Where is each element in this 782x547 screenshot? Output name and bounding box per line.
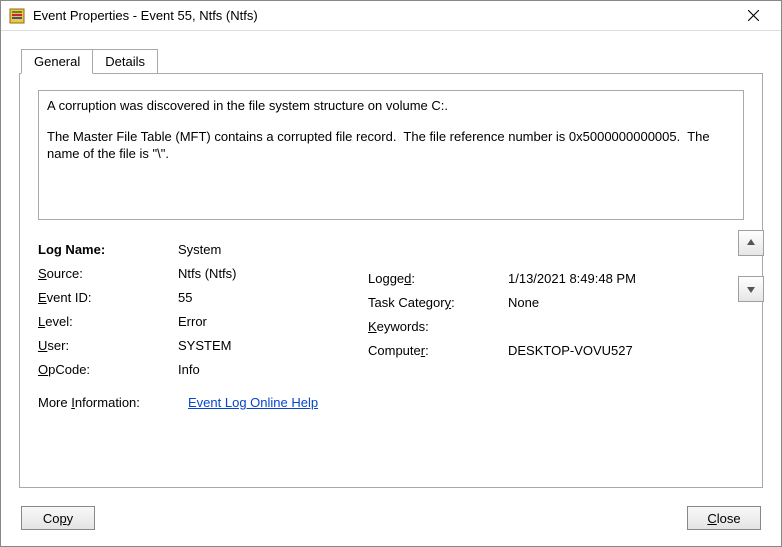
description-box[interactable]: A corruption was discovered in the file …: [38, 90, 744, 220]
tab-general[interactable]: General: [21, 49, 93, 74]
opcode-label: OpCode:: [38, 362, 178, 377]
content-area: General Details A corruption was discove…: [1, 31, 781, 494]
description-line-2: The Master File Table (MFT) contains a c…: [47, 128, 735, 163]
close-icon: [748, 10, 759, 21]
next-event-button[interactable]: [738, 276, 764, 302]
prev-event-button[interactable]: [738, 230, 764, 256]
computer-label: Computer:: [368, 343, 508, 358]
taskcategory-label: Task Category:: [368, 295, 508, 310]
event-viewer-icon: [9, 8, 25, 24]
eventid-label: Event ID:: [38, 290, 178, 305]
user-label: User:: [38, 338, 178, 353]
logname-value: System: [178, 242, 221, 257]
close-button[interactable]: Close: [687, 506, 761, 530]
copy-button[interactable]: Copy: [21, 506, 95, 530]
event-log-help-link[interactable]: Event Log Online Help: [188, 395, 318, 410]
description-line-1: A corruption was discovered in the file …: [47, 97, 735, 115]
logged-value: 1/13/2021 8:49:48 PM: [508, 271, 636, 286]
opcode-value: Info: [178, 362, 200, 377]
moreinfo-label: More Information:: [38, 395, 188, 410]
tab-details[interactable]: Details: [93, 49, 158, 74]
logname-label: Log Name:: [38, 242, 178, 257]
footer-buttons: Copy Close: [1, 494, 781, 546]
tab-strip: General Details: [19, 49, 763, 74]
event-properties-window: Event Properties - Event 55, Ntfs (Ntfs)…: [0, 0, 782, 547]
keywords-label: Keywords:: [368, 319, 508, 334]
window-title: Event Properties - Event 55, Ntfs (Ntfs): [33, 8, 733, 23]
general-panel: A corruption was discovered in the file …: [19, 73, 763, 488]
computer-value: DESKTOP-VOVU527: [508, 343, 633, 358]
source-value: Ntfs (Ntfs): [178, 266, 237, 281]
fields-grid: Log Name: System Source: Ntfs (Ntfs) Eve…: [38, 242, 744, 410]
taskcategory-value: None: [508, 295, 539, 310]
arrow-down-icon: [745, 283, 757, 295]
eventid-value: 55: [178, 290, 192, 305]
source-label: Source:: [38, 266, 178, 281]
arrow-up-icon: [745, 237, 757, 249]
logged-label: Logged:: [368, 271, 508, 286]
level-value: Error: [178, 314, 207, 329]
level-label: Level:: [38, 314, 178, 329]
window-close-button[interactable]: [733, 2, 773, 30]
titlebar: Event Properties - Event 55, Ntfs (Ntfs): [1, 1, 781, 31]
nav-arrows: [738, 230, 764, 302]
user-value: SYSTEM: [178, 338, 231, 353]
